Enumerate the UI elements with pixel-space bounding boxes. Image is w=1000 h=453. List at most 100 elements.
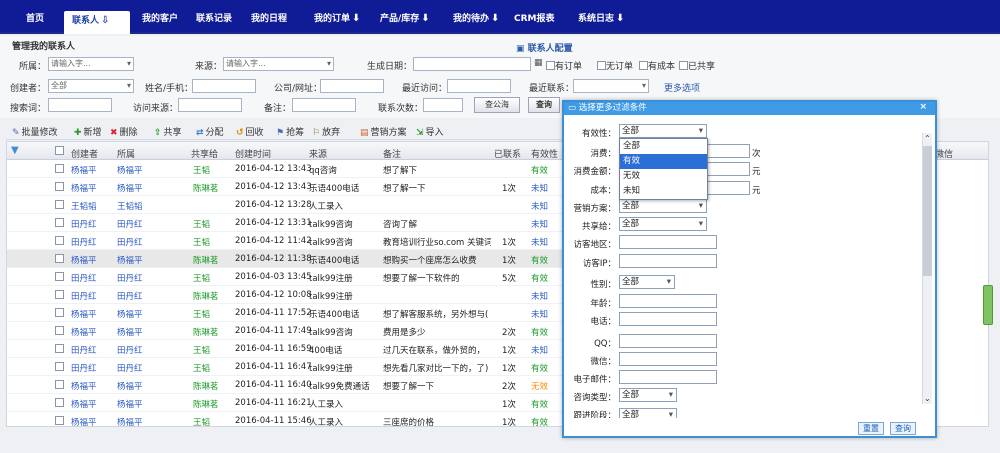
import-button[interactable]: ⇲ 导入: [416, 125, 444, 138]
cell-owner[interactable]: 田丹红: [117, 236, 143, 248]
row-checkbox[interactable]: [55, 254, 64, 263]
option-valid[interactable]: 有效: [620, 154, 707, 169]
email-input[interactable]: [619, 370, 717, 384]
cell-owner[interactable]: 杨福平: [117, 308, 143, 320]
recycle-button[interactable]: ↺ 回收: [236, 125, 264, 138]
nav-contact-records[interactable]: 联系记录: [196, 9, 232, 29]
col-wechat[interactable]: 微信: [935, 147, 953, 160]
cell-creator[interactable]: 田丹红: [71, 236, 97, 248]
validity-select[interactable]: 全部: [619, 124, 707, 138]
cell-creator[interactable]: 杨福平: [71, 254, 97, 266]
col-contacted[interactable]: 已联系: [494, 147, 521, 160]
cell-creator[interactable]: 杨福平: [71, 182, 97, 194]
cell-creator[interactable]: 杨福平: [71, 308, 97, 320]
recent-contact-select[interactable]: [573, 79, 649, 93]
cell-creator[interactable]: 田丹红: [71, 290, 97, 302]
row-checkbox[interactable]: [55, 398, 64, 407]
birthday-input[interactable]: [413, 57, 531, 71]
contact-times-input[interactable]: [423, 98, 463, 112]
option-unknown[interactable]: 未知: [620, 184, 707, 199]
check-cost[interactable]: 有成本: [639, 59, 675, 72]
row-checkbox[interactable]: [55, 344, 64, 353]
phone-input[interactable]: [619, 312, 717, 326]
qq-input[interactable]: [619, 334, 717, 348]
cell-owner[interactable]: 杨福平: [117, 416, 143, 428]
cell-owner[interactable]: 杨福平: [117, 398, 143, 410]
table-row[interactable]: 田丹红 田丹红 王韬 2016-04-11 16:59 400电话 过几天在联系，做外贸的…: [7, 340, 563, 358]
row-checkbox[interactable]: [55, 326, 64, 335]
nav-my-todo[interactable]: 我的待办 ⬇: [453, 9, 499, 29]
row-checkbox[interactable]: [55, 182, 64, 191]
nav-my-orders[interactable]: 我的订单 ⬇: [314, 9, 360, 29]
cell-creator[interactable]: 杨福平: [71, 380, 97, 392]
cell-owner[interactable]: 杨福平: [117, 254, 143, 266]
row-checkbox[interactable]: [55, 308, 64, 317]
calendar-icon[interactable]: ▦: [534, 58, 543, 68]
option-all[interactable]: 全部: [620, 139, 707, 154]
col-owner[interactable]: 所属: [117, 147, 135, 160]
source-select[interactable]: 请输入字...: [223, 57, 334, 71]
cell-owner[interactable]: 杨福平: [117, 380, 143, 392]
check-shared[interactable]: 已共享: [679, 59, 715, 72]
contact-config-link[interactable]: ▣ 联系人配置: [516, 41, 573, 54]
table-row[interactable]: 田丹红 田丹红 王韬 2016-04-12 11:42 talk99咨询 教育培训行业so…: [7, 232, 563, 250]
col-creator[interactable]: 创建者: [71, 147, 98, 160]
table-row[interactable]: 田丹红 田丹红 王韬 2016-04-03 13:45 talk99注册 想要了解一下软件…: [7, 268, 563, 286]
cell-creator[interactable]: 王韬韬: [71, 200, 97, 212]
marketing-button[interactable]: ▤ 营销方案: [360, 125, 407, 138]
nav-system-log[interactable]: 系统日志 ⬇: [578, 9, 624, 29]
cell-creator[interactable]: 田丹红: [71, 218, 97, 230]
cell-creator[interactable]: 杨福平: [71, 164, 97, 176]
table-row[interactable]: 杨福平 杨福平 陈琳茗 2016-04-11 17:49 talk99咨询 费用是多少 2次…: [7, 322, 563, 340]
cell-creator[interactable]: 杨福平: [71, 416, 97, 428]
row-checkbox[interactable]: [55, 380, 64, 389]
dialog-query-button[interactable]: 查询: [890, 422, 916, 435]
table-row[interactable]: 田丹红 田丹红 陈琳茗 2016-04-12 10:08 talk99注册 未知: [7, 286, 563, 304]
row-checkbox[interactable]: [55, 272, 64, 281]
filter-icon[interactable]: ▼: [11, 145, 19, 156]
check-noorder[interactable]: 无订单: [597, 59, 633, 72]
followup-select[interactable]: 全部: [619, 408, 677, 418]
gender-select[interactable]: 全部: [619, 275, 675, 289]
claim-button[interactable]: ⚑ 抢筹: [276, 125, 304, 138]
cell-owner[interactable]: 田丹红: [117, 344, 143, 356]
more-filter-link[interactable]: 更多选项: [664, 81, 700, 94]
marketing-select[interactable]: 全部: [619, 199, 707, 213]
table-row[interactable]: 王韬韬 王韬韬 2016-04-12 13:28 人工录入 未知: [7, 196, 563, 214]
col-remark[interactable]: 备注: [383, 147, 401, 160]
cell-owner[interactable]: 杨福平: [117, 326, 143, 338]
row-checkbox[interactable]: [55, 362, 64, 371]
age-input[interactable]: [619, 294, 717, 308]
row-checkbox[interactable]: [55, 290, 64, 299]
cell-creator[interactable]: 田丹红: [71, 344, 97, 356]
creator-select[interactable]: 全部: [48, 79, 134, 93]
col-share[interactable]: 共享给: [191, 147, 218, 160]
cell-creator[interactable]: 田丹红: [71, 362, 97, 374]
table-row[interactable]: 杨福平 杨福平 王韬 2016-04-12 13:43 qq咨询 想了解下 有效: [7, 160, 563, 178]
cell-creator[interactable]: 田丹红: [71, 272, 97, 284]
discard-button[interactable]: ⚐ 放弃: [312, 125, 340, 138]
row-checkbox[interactable]: [55, 164, 64, 173]
search-word-input[interactable]: [48, 98, 112, 112]
side-expand-tab[interactable]: [983, 285, 993, 325]
consult-type-select[interactable]: 全部: [619, 388, 677, 402]
check-ordered[interactable]: 有订单: [546, 59, 582, 72]
scroll-thumb[interactable]: [923, 146, 932, 276]
last-visit-input[interactable]: [447, 79, 511, 93]
table-row[interactable]: 杨福平 杨福平 陈琳茗 2016-04-11 16:40 talk99免费通话 想要了解一…: [7, 376, 563, 394]
table-row[interactable]: 杨福平 杨福平 陈琳茗 2016-04-12 13:43 乐语400电话 想了解一下 1次 未…: [7, 178, 563, 196]
cell-owner[interactable]: 田丹红: [117, 272, 143, 284]
query-button[interactable]: 查询: [528, 97, 560, 113]
row-checkbox[interactable]: [55, 236, 64, 245]
cell-owner[interactable]: 田丹红: [117, 362, 143, 374]
nav-home[interactable]: 首页: [26, 9, 44, 29]
cell-owner[interactable]: 田丹红: [117, 218, 143, 230]
company-input[interactable]: [320, 79, 384, 93]
belong-select[interactable]: 请输入字...: [48, 57, 134, 71]
cell-creator[interactable]: 杨福平: [71, 326, 97, 338]
table-row[interactable]: 田丹红 田丹红 王韬 2016-04-11 16:47 talk99注册 想先看几家对比一…: [7, 358, 563, 376]
assign-button[interactable]: ⇄ 分配: [196, 125, 224, 138]
cell-owner[interactable]: 田丹红: [117, 290, 143, 302]
add-button[interactable]: ✚ 新增: [74, 125, 102, 138]
wechat-input[interactable]: [619, 352, 717, 366]
